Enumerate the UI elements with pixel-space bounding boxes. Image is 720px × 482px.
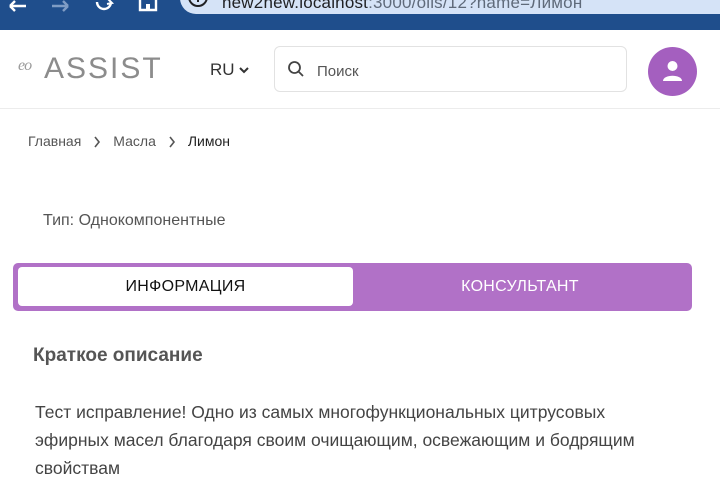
- breadcrumb-current: Лимон: [187, 133, 231, 149]
- url-path: :3000/oils/12?name=Лимон: [368, 0, 583, 12]
- breadcrumb-home[interactable]: Главная: [28, 133, 81, 149]
- logo-text: ASSIST: [44, 52, 163, 85]
- chevron-right-icon: [93, 135, 101, 148]
- logo-mark: eo: [18, 57, 32, 74]
- forward-arrow-icon[interactable]: [48, 0, 72, 12]
- url-host: new2new.localhost: [222, 0, 369, 12]
- search-icon: [287, 60, 305, 78]
- tab-bar: ИНФОРМАЦИЯ КОНСУЛЬТАНТ: [13, 263, 692, 311]
- reload-icon[interactable]: [92, 0, 116, 12]
- url-text: new2new.localhost:3000/oils/12?name=Лимо…: [222, 0, 582, 13]
- section-title: Краткое описание: [33, 345, 203, 366]
- chevron-right-icon: [168, 135, 176, 148]
- back-arrow-icon[interactable]: [6, 0, 30, 12]
- description-text: Тест исправление! Одно из самых многофун…: [35, 402, 635, 478]
- site-header: eo ASSIST RU: [0, 30, 720, 109]
- avatar-button[interactable]: [648, 47, 697, 96]
- language-select[interactable]: RU: [210, 59, 249, 81]
- user-icon: [663, 61, 682, 81]
- search-box[interactable]: [274, 46, 627, 92]
- tab-information[interactable]: ИНФОРМАЦИЯ: [18, 267, 353, 306]
- product-type: Тип: Однокомпонентные: [43, 212, 226, 229]
- browser-toolbar: new2new.localhost:3000/oils/12?name=Лимо…: [0, 0, 720, 30]
- home-icon[interactable]: [136, 0, 160, 12]
- breadcrumb-oils[interactable]: Масла: [113, 133, 156, 149]
- chevron-down-icon: [238, 61, 249, 79]
- tab-consultant[interactable]: КОНСУЛЬТАНТ: [353, 267, 687, 306]
- search-input[interactable]: [315, 58, 619, 84]
- info-icon[interactable]: [188, 0, 208, 9]
- language-label: RU: [210, 60, 235, 79]
- breadcrumb: Главная Масла Лимон: [28, 133, 230, 149]
